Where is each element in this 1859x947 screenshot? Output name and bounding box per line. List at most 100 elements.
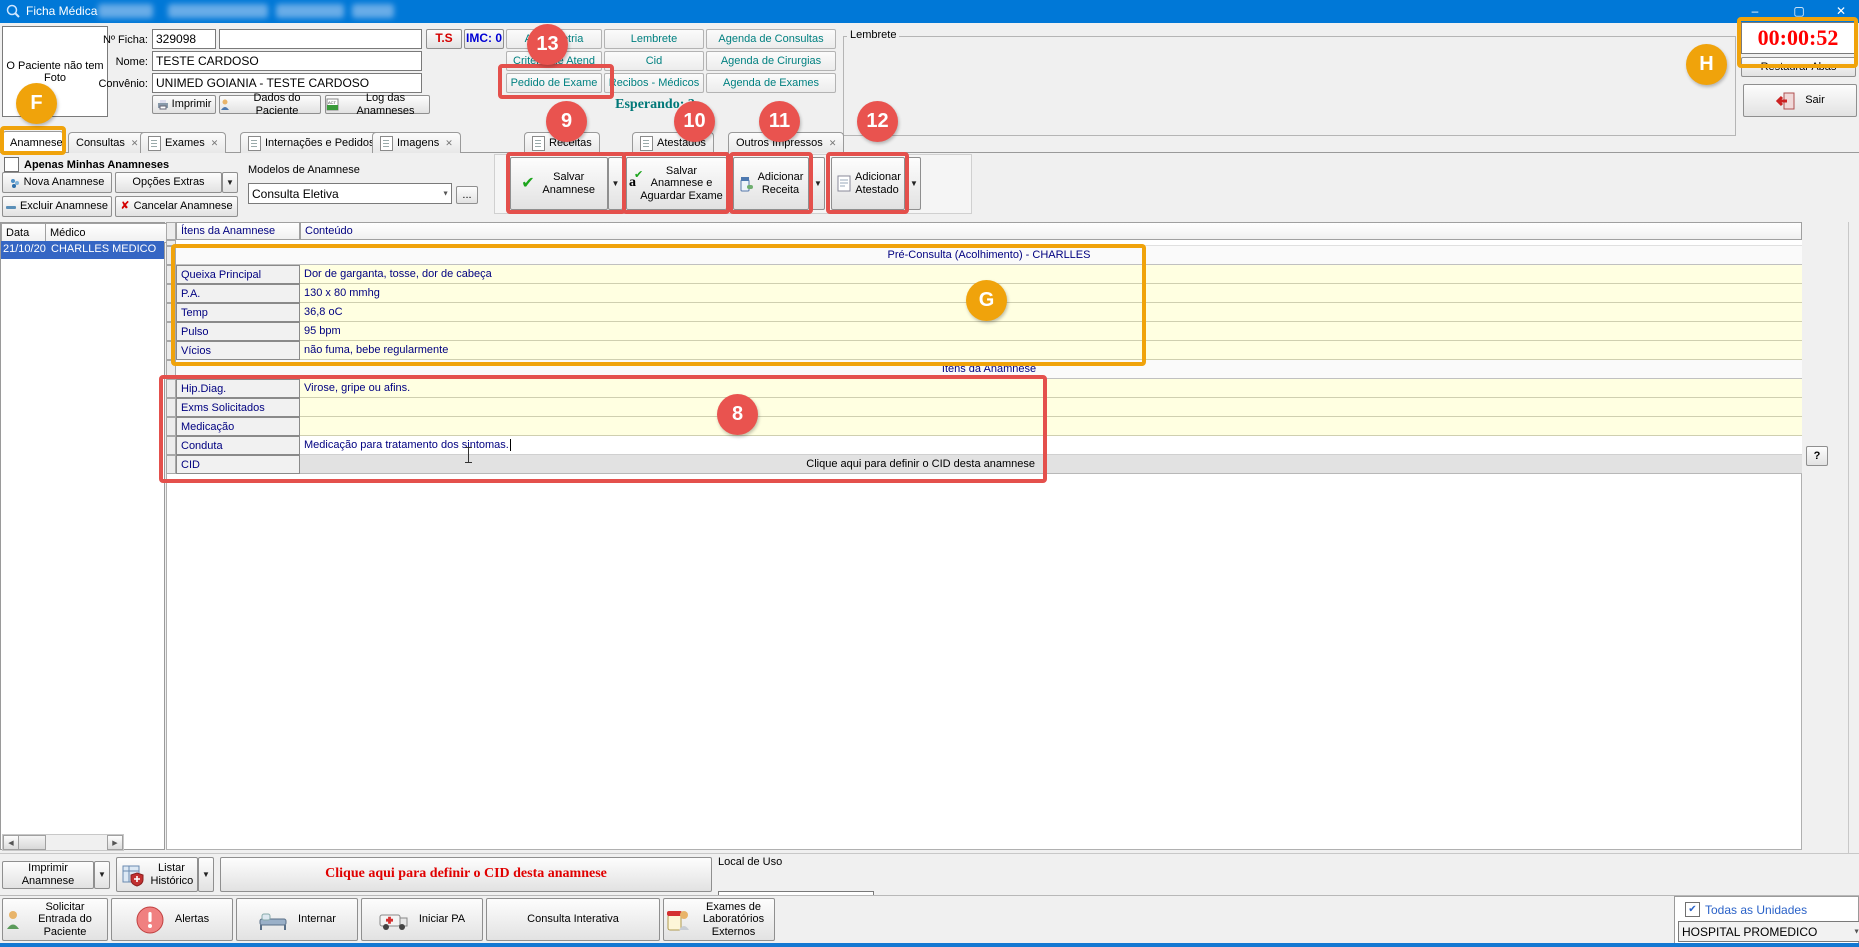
- salvar-aguardar-exame-button[interactable]: a✔ Salvar Anamnese e Aguardar Exame: [626, 157, 727, 210]
- log-anamneses-button[interactable]: ACT Log das Anamneses: [325, 95, 430, 114]
- item-name[interactable]: Queixa Principal: [176, 265, 300, 284]
- scroll-thumb[interactable]: [18, 835, 46, 850]
- scroll-right-icon[interactable]: ▶: [107, 835, 123, 850]
- internar-button[interactable]: Internar: [236, 898, 358, 941]
- adicionar-receita-dropdown[interactable]: ▼: [811, 157, 825, 210]
- item-value[interactable]: Virose, gripe ou afins.: [300, 379, 1802, 398]
- tab-consultas[interactable]: Consultas✕: [68, 132, 146, 153]
- item-name[interactable]: Conduta: [176, 436, 300, 455]
- tab-close-icon[interactable]: ✕: [211, 138, 219, 149]
- convenio-input[interactable]: UNIMED GOIANIA - TESTE CARDOSO: [152, 73, 422, 93]
- item-name[interactable]: Vícios: [176, 341, 300, 360]
- tab-imagens[interactable]: Imagens✕: [372, 132, 461, 153]
- quick-button-cid[interactable]: Cid: [604, 51, 704, 71]
- row-indicator: [166, 322, 176, 341]
- close-button[interactable]: ✕: [1823, 0, 1859, 23]
- ficha-input[interactable]: 329098: [152, 29, 216, 49]
- checkbox-icon[interactable]: [4, 157, 19, 172]
- tab-atestados[interactable]: Atestados: [632, 132, 714, 153]
- cancelar-anamnese-button[interactable]: ✘ Cancelar Anamnese: [115, 196, 238, 217]
- history-col-medico[interactable]: Médico: [45, 223, 174, 243]
- row-indicator: [166, 265, 176, 284]
- item-name[interactable]: Medicação: [176, 417, 300, 436]
- item-value[interactable]: Dor de garganta, tosse, dor de cabeça: [300, 265, 1802, 284]
- minimize-button[interactable]: –: [1735, 0, 1775, 23]
- imc-button[interactable]: IMC: 0: [464, 29, 504, 49]
- quick-button-audiometria[interactable]: Audiometria: [506, 29, 602, 49]
- quick-button-agenda-exames[interactable]: Agenda de Exames: [706, 73, 836, 93]
- item-name[interactable]: Temp: [176, 303, 300, 322]
- modelo-anamnese-select[interactable]: Consulta Eletiva ▼: [248, 183, 452, 204]
- tab-anamnese[interactable]: Anamnese: [2, 131, 64, 154]
- adicionar-receita-button[interactable]: Adicionar Receita: [733, 157, 809, 210]
- history-hscrollbar[interactable]: ◀ ▶: [2, 834, 124, 851]
- quick-button-pedido-exame[interactable]: Pedido de Exame: [506, 73, 602, 93]
- item-value[interactable]: não fuma, bebe regularmente: [300, 341, 1802, 360]
- apenas-minhas-anamneses[interactable]: Apenas Minhas Anamneses: [4, 157, 169, 172]
- opcoes-extras-dropdown[interactable]: ▼: [222, 172, 238, 193]
- consulta-interativa-button[interactable]: Consulta Interativa: [486, 898, 660, 941]
- item-name[interactable]: Exms Solicitados: [176, 398, 300, 417]
- item-name[interactable]: P.A.: [176, 284, 300, 303]
- item-name[interactable]: Hip.Diag.: [176, 379, 300, 398]
- alertas-button[interactable]: Alertas: [111, 898, 233, 941]
- quick-button-recibos-medicos[interactable]: Recibos - Médicos: [604, 73, 704, 93]
- cid-hint-text[interactable]: Clique aqui para definir o CID desta ana…: [806, 458, 1035, 470]
- tab-exames[interactable]: Exames✕: [140, 132, 226, 153]
- item-name[interactable]: CID: [176, 455, 300, 474]
- grid-col-conteudo[interactable]: Conteúdo: [300, 222, 1802, 240]
- opcoes-extras-button[interactable]: Opções Extras: [115, 172, 222, 193]
- convenio-label: Convênio:: [96, 76, 148, 92]
- tab-close-icon[interactable]: ✕: [445, 138, 453, 149]
- ts-button[interactable]: T.S: [426, 29, 462, 49]
- sair-button[interactable]: Sair: [1743, 84, 1857, 117]
- item-name[interactable]: Pulso: [176, 322, 300, 341]
- todas-unidades-checkbox[interactable]: ✔ Todas as Unidades: [1685, 902, 1807, 917]
- imprimir-anamnese-button[interactable]: Imprimir Anamnese: [2, 861, 94, 889]
- maximize-button[interactable]: ▢: [1779, 0, 1819, 23]
- scroll-left-icon[interactable]: ◀: [3, 835, 19, 850]
- grid-col-itens[interactable]: Ítens da Anamnese: [176, 222, 300, 240]
- item-value[interactable]: [300, 398, 1802, 417]
- tab-close-icon[interactable]: ✕: [829, 138, 837, 149]
- iniciar-pa-button[interactable]: Iniciar PA: [361, 898, 483, 941]
- checkbox-checked-icon[interactable]: ✔: [1685, 902, 1700, 917]
- unidade-select[interactable]: HOSPITAL PROMEDICO ▼: [1678, 921, 1859, 942]
- salvar-anamnese-button[interactable]: ✔ Salvar Anamnese: [510, 157, 608, 210]
- item-value[interactable]: 130 x 80 mmhg: [300, 284, 1802, 303]
- exames-lab-externos-button[interactable]: Exames de Laboratórios Externos: [663, 898, 775, 941]
- salvar-anamnese-dropdown[interactable]: ▼: [608, 157, 623, 210]
- quick-button-agenda-consultas[interactable]: Agenda de Consultas: [706, 29, 836, 49]
- session-timer: 00:00:52: [1741, 22, 1855, 54]
- tab-outros-impressos[interactable]: Outros Impressos✕: [728, 132, 844, 153]
- quick-button-criterio-atend[interactable]: Critério de Atend: [506, 51, 602, 71]
- help-button[interactable]: ?: [1806, 446, 1828, 466]
- a-check-icon: a✔: [629, 175, 636, 191]
- tab-close-icon[interactable]: ✕: [131, 138, 139, 149]
- adicionar-atestado-dropdown[interactable]: ▼: [907, 157, 921, 210]
- item-value[interactable]: 95 bpm: [300, 322, 1802, 341]
- adicionar-atestado-button[interactable]: Adicionar Atestado: [831, 157, 905, 210]
- solicitar-entrada-button[interactable]: Solicitar Entrada do Paciente: [2, 898, 108, 941]
- quick-button-agenda-cirurgias[interactable]: Agenda de Cirurgias: [706, 51, 836, 71]
- item-value[interactable]: [300, 417, 1802, 436]
- restaurar-abas-button[interactable]: Restaurar Abas: [1741, 57, 1856, 77]
- nome-input[interactable]: TESTE CARDOSO: [152, 51, 422, 71]
- history-row-selected[interactable]: 21/10/20 CHARLLES MEDICO: [1, 241, 164, 259]
- imprimir-anamnese-dropdown[interactable]: ▼: [94, 861, 110, 889]
- document-icon: [532, 136, 545, 151]
- conduta-edit-cell[interactable]: Medicação para tratamento dos sintomas.: [300, 436, 1802, 455]
- tab-receitas[interactable]: Receitas: [524, 132, 600, 153]
- nova-anamnese-button[interactable]: Nova Anamnese: [2, 172, 112, 193]
- modelo-more-button[interactable]: ...: [456, 186, 478, 204]
- listar-historico-dropdown[interactable]: ▼: [198, 857, 214, 892]
- excluir-anamnese-button[interactable]: Excluir Anamnese: [2, 196, 112, 217]
- cid-banner-button[interactable]: Clique aqui para definir o CID desta ana…: [220, 857, 712, 892]
- imprimir-paciente-button[interactable]: Imprimir: [152, 95, 216, 114]
- item-value[interactable]: 36,8 oC: [300, 303, 1802, 322]
- dados-paciente-button[interactable]: Dados do Paciente: [219, 95, 321, 114]
- listar-historico-button[interactable]: Listar Histórico: [116, 857, 198, 892]
- quick-button-lembrete[interactable]: Lembrete: [604, 29, 704, 49]
- ficha-extra-input[interactable]: [219, 29, 422, 49]
- cid-cell[interactable]: Clique aqui para definir o CID desta ana…: [300, 455, 1802, 474]
